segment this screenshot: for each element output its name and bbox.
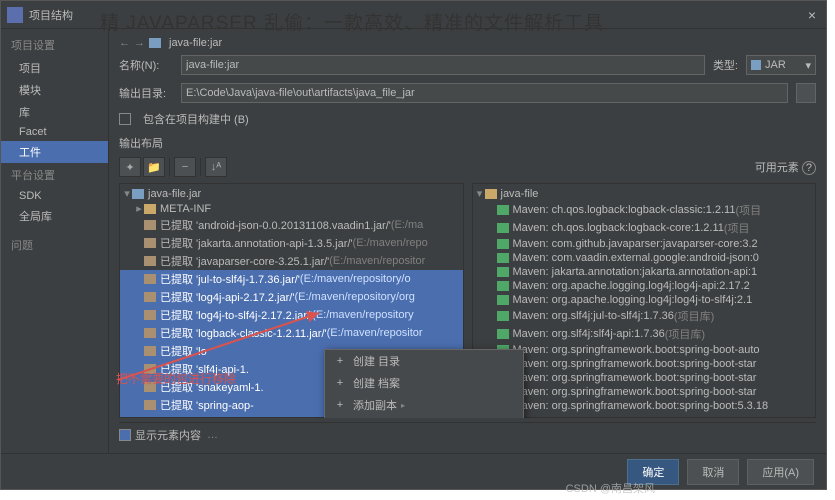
type-label: 类型: [713, 57, 738, 73]
type-select[interactable]: JAR▾ [746, 55, 816, 75]
tree-row[interactable]: 已提取 'jakarta.annotation-api-1.3.5.jar/' … [120, 234, 463, 252]
lib-icon [497, 205, 509, 215]
folder-icon [144, 204, 156, 214]
lib-icon [497, 281, 509, 291]
sidebar: 项目设置 项目模块库Facet工件 平台设置 SDK全局库 问题 [1, 29, 109, 453]
annotation-text: 把不需要的包进行移除 [116, 370, 236, 387]
include-label: 包含在项目构建中 (B) [143, 111, 249, 127]
remove-button[interactable]: − [174, 157, 196, 177]
lib-icon [497, 267, 509, 277]
name-input[interactable] [181, 55, 705, 75]
tree-row[interactable]: ▸META-INF [120, 201, 463, 216]
tree-row[interactable]: Maven: jakarta.annotation:jakarta.annota… [473, 265, 816, 279]
lib-icon [497, 223, 509, 233]
zip-icon [144, 346, 156, 356]
back-icon[interactable]: ← [119, 37, 130, 49]
add-button[interactable]: ✦ [119, 157, 141, 177]
avail-label: 可用元素 [755, 162, 799, 174]
sidebar-item[interactable]: 项目 [1, 57, 108, 79]
app-icon [7, 7, 23, 23]
sidebar-item[interactable]: SDK [1, 187, 108, 205]
zip-icon [144, 220, 156, 230]
tree-row[interactable]: Maven: org.apache.logging.log4j:log4j-to… [473, 293, 816, 307]
lib-icon [497, 253, 509, 263]
menu-item[interactable]: +创建 档案 [325, 372, 523, 394]
sidebar-item[interactable]: 模块 [1, 79, 108, 101]
tree-row[interactable]: Maven: com.vaadin.external.google:androi… [473, 251, 816, 265]
menu-icon: + [333, 355, 347, 367]
crumb-text: java-file:jar [169, 37, 222, 49]
menu-item[interactable]: +创建 目录 [325, 350, 523, 372]
expand-icon[interactable]: ▾ [122, 187, 132, 200]
tree-row[interactable]: 已提取 'log4j-api-2.17.2.jar/' (E:/maven/re… [120, 288, 463, 306]
sort-button[interactable]: ↓ᴬ [205, 157, 227, 177]
lib-icon [497, 295, 509, 305]
lib-icon [497, 311, 509, 321]
zip-icon [144, 328, 156, 338]
zip-icon [144, 292, 156, 302]
lib-icon [497, 239, 509, 249]
tree-row[interactable]: 已提取 'android-json-0.0.20131108.vaadin1.j… [120, 216, 463, 234]
layout-label: 输出布局 [119, 135, 816, 151]
name-label: 名称(N): [119, 57, 173, 73]
zip-icon [144, 310, 156, 320]
jar-icon [149, 38, 161, 48]
folder-icon [485, 189, 497, 199]
zip-icon [144, 274, 156, 284]
sidebar-item[interactable]: Facet [1, 123, 108, 141]
tree-row[interactable]: Maven: org.slf4j:jul-to-slf4j:1.7.36 (项目… [473, 307, 816, 325]
cancel-button[interactable]: 取消 [687, 459, 739, 485]
show-content-checkbox[interactable] [119, 429, 131, 441]
tree-row[interactable]: Maven: ch.qos.logback:logback-classic:1.… [473, 201, 816, 219]
menu-item[interactable]: +添加副本▸ [325, 394, 523, 416]
sidebar-item[interactable]: 工件 [1, 141, 108, 163]
sidebar-section: 问题 [1, 233, 108, 257]
expand-icon[interactable]: ▾ [475, 187, 485, 200]
help-icon[interactable]: ? [802, 161, 816, 175]
menu-icon: + [333, 399, 347, 411]
tree-row[interactable]: Maven: org.slf4j:slf4j-api:1.7.36 (项目库) [473, 325, 816, 343]
breadcrumb: ← → java-file:jar [119, 35, 816, 51]
project-structure-dialog: 项目结构 × 项目设置 项目模块库Facet工件 平台设置 SDK全局库 问题 … [0, 0, 827, 490]
main-panel: ← → java-file:jar 名称(N): 类型: JAR▾ 输出目录: … [109, 29, 826, 453]
apply-button[interactable]: 应用(A) [747, 459, 814, 485]
tree-row[interactable]: 已提取 'logback-classic-1.2.11.jar/' (E:/ma… [120, 324, 463, 342]
jar-icon [132, 189, 144, 199]
menu-icon: + [333, 377, 347, 389]
new-folder-button[interactable]: 📁 [143, 157, 165, 177]
tree-row[interactable]: Maven: com.github.javaparser:javaparser-… [473, 237, 816, 251]
sidebar-item[interactable]: 全局库 [1, 205, 108, 227]
tree-row[interactable]: 已提取 'log4j-to-slf4j-2.17.2.jar/' (E:/mav… [120, 306, 463, 324]
overlay-title: 精 JAVAPARSER 乱偷：一款高效、精准的文件解析工具 [100, 8, 604, 35]
show-content-label: 显示元素内容 [135, 427, 201, 443]
sidebar-section: 平台设置 [1, 163, 108, 187]
jar-icon [751, 60, 761, 70]
zip-icon [144, 256, 156, 266]
zip-icon [144, 238, 156, 248]
out-label: 输出目录: [119, 85, 173, 101]
tree-row[interactable]: Maven: ch.qos.logback:logback-core:1.2.1… [473, 219, 816, 237]
tree-row[interactable]: 已提取 'javaparser-core-3.25.1.jar/' (E:/ma… [120, 252, 463, 270]
context-menu: +创建 目录+创建 档案+添加副本▸-移除Delete提取工件...内联项Sur… [324, 349, 524, 418]
watermark: CSDN @南昌架风 [566, 480, 655, 496]
tree-row[interactable]: ▾java-file.jar [120, 186, 463, 201]
zip-icon [144, 400, 156, 410]
tree-row[interactable]: ▾java-file [473, 186, 816, 201]
dots: … [207, 429, 218, 441]
lib-icon [497, 329, 509, 339]
sidebar-item[interactable]: 库 [1, 101, 108, 123]
include-checkbox[interactable] [119, 113, 131, 125]
tree-row[interactable]: Maven: org.apache.logging.log4j:log4j-ap… [473, 279, 816, 293]
browse-button[interactable] [796, 83, 816, 103]
dialog-footer: 确定 取消 应用(A) [1, 453, 826, 489]
expand-icon[interactable]: ▸ [134, 202, 144, 215]
out-input[interactable] [181, 83, 788, 103]
tree-row[interactable]: 已提取 'jul-to-slf4j-1.7.36.jar/' (E:/maven… [120, 270, 463, 288]
sidebar-section: 项目设置 [1, 33, 108, 57]
close-icon[interactable]: × [804, 7, 820, 23]
layout-toolbar: ✦ 📁 − ↓ᴬ 可用元素 ? [119, 155, 816, 179]
fwd-icon[interactable]: → [134, 37, 145, 49]
